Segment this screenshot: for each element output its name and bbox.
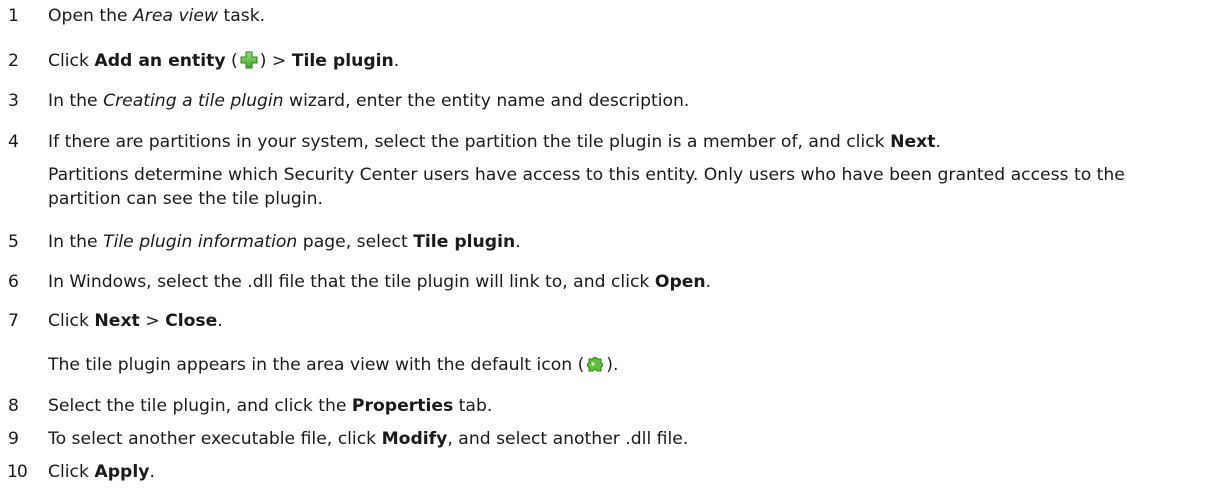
step-number: 3: [8, 91, 19, 111]
ui-label: Tile plugin: [291, 51, 394, 71]
ui-label: Apply: [94, 462, 150, 482]
ui-label: Tile plugin: [413, 232, 516, 252]
step-text: To select another executable file, click…: [48, 429, 689, 449]
step-text: Select the tile plugin, and click the Pr…: [48, 396, 493, 416]
add-entity-icon: [239, 50, 259, 70]
step-text: In the Tile plugin information page, sel…: [48, 232, 521, 252]
step-number: 9: [8, 429, 19, 449]
procedure-steps: 1 Open the Area view task. 2 Click Add a…: [0, 0, 1205, 489]
wizard-name: Creating a tile plugin: [103, 91, 284, 111]
ui-label: Close: [165, 311, 218, 331]
ui-label: Next: [890, 132, 936, 152]
step-number: 1: [8, 6, 19, 26]
step-text: If there are partitions in your system, …: [48, 132, 941, 152]
step-4-note: Partitions determine which Security Cent…: [48, 165, 1125, 209]
ui-label: Next: [94, 311, 140, 331]
step-text: Open the Area view task.: [48, 6, 266, 26]
ui-label: Modify: [381, 429, 448, 449]
step-text: Click Add an entity () > Tile plugin.: [48, 50, 400, 71]
step-text: Click Apply.: [48, 462, 155, 482]
ui-label: Properties: [351, 396, 454, 416]
step-number: 6: [8, 272, 19, 292]
page-name: Tile plugin information: [103, 232, 298, 252]
step-text: Click Next > Close.: [48, 311, 223, 331]
step-number: 8: [8, 396, 19, 416]
step-text: In Windows, select the .dll file that th…: [48, 272, 712, 292]
step-number: 7: [8, 311, 19, 331]
tile-plugin-puzzle-icon: [585, 354, 605, 374]
ui-label: Open: [654, 272, 706, 292]
task-name: Area view: [133, 6, 219, 26]
step-7-result: The tile plugin appears in the area view…: [48, 354, 619, 375]
step-number: 2: [8, 51, 19, 71]
step-number: 4: [8, 132, 19, 152]
step-text: In the Creating a tile plugin wizard, en…: [48, 91, 690, 111]
step-number: 5: [8, 232, 19, 252]
step-number: 10: [7, 462, 28, 482]
ui-label: Add an entity: [94, 51, 226, 71]
